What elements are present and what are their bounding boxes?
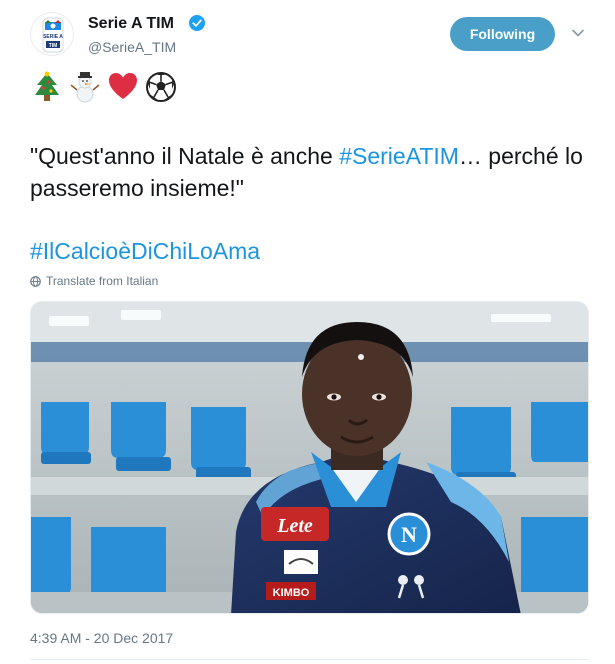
sponsor-kimbo-text: KIMBO bbox=[273, 587, 310, 599]
crest-letter: N bbox=[401, 522, 417, 547]
verified-badge-icon bbox=[189, 15, 205, 31]
logo-text-top: SERIE A bbox=[43, 34, 63, 40]
divider bbox=[30, 659, 589, 660]
avatar[interactable]: SERIE A TIM bbox=[30, 12, 74, 56]
media-video[interactable]: Lete KIMBO N bbox=[30, 301, 589, 614]
tweet-text: "Quest'anno il Natale è anche #SerieATIM… bbox=[30, 140, 590, 204]
globe-icon bbox=[30, 275, 41, 287]
red-heart-icon bbox=[109, 73, 137, 99]
logo-text-bottom: TIM bbox=[49, 43, 58, 49]
account-handle[interactable]: @SerieA_TIM bbox=[88, 39, 176, 55]
account-name[interactable]: Serie A TIM bbox=[88, 15, 174, 33]
translate-link[interactable]: Translate from Italian bbox=[30, 274, 158, 288]
christmas-tree-icon bbox=[35, 71, 59, 101]
snowman-icon bbox=[70, 72, 100, 103]
video-thumbnail: Lete KIMBO N bbox=[31, 302, 588, 613]
translate-label: Translate from Italian bbox=[46, 274, 159, 288]
sponsor-lete-text: Lete bbox=[276, 515, 313, 537]
soccer-ball-icon bbox=[146, 72, 176, 102]
tweet-text-part1: "Quest'anno il Natale è anche bbox=[30, 143, 340, 169]
following-button[interactable]: Following bbox=[450, 17, 555, 51]
hashtag-link-serieatim[interactable]: #SerieATIM bbox=[339, 143, 459, 169]
hashtag-link-ilcalcio[interactable]: #IlCalcioèDiChiLoAma bbox=[30, 235, 260, 267]
emoji-row bbox=[30, 70, 178, 108]
tweet-header: SERIE A TIM Serie A TIM @SerieA_TIM Foll… bbox=[0, 0, 615, 70]
tweet-timestamp[interactable]: 4:39 AM - 20 Dec 2017 bbox=[30, 630, 173, 646]
chevron-down-icon[interactable] bbox=[571, 26, 585, 40]
